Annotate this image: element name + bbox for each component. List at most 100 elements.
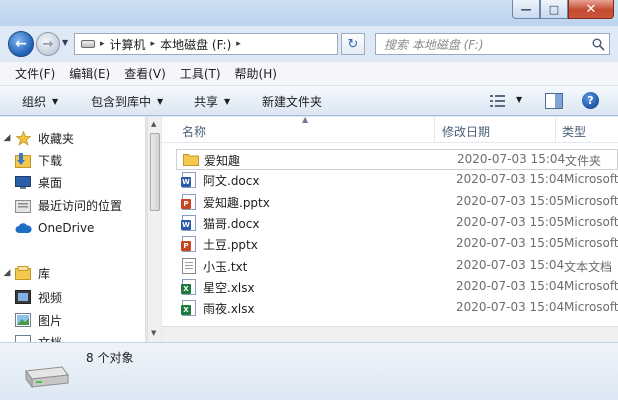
nav-onedrive[interactable]: OneDrive	[14, 218, 94, 238]
menu-tools[interactable]: 工具(T)	[173, 65, 228, 82]
breadcrumb-computer[interactable]: 计算机	[110, 36, 146, 53]
scrollbar-thumb[interactable]	[150, 133, 160, 211]
menu-help[interactable]: 帮助(H)	[228, 65, 284, 82]
download-folder-icon	[14, 152, 32, 168]
breadcrumb-separator[interactable]: ▸	[100, 39, 105, 49]
nav-downloads-label: 下载	[38, 153, 63, 168]
file-type: 文本文档	[564, 259, 613, 274]
cloud-icon	[14, 220, 32, 236]
nav-pictures[interactable]: 图片	[14, 310, 62, 330]
file-row[interactable]: 小玉.txt 2020-07-03 15:04 文本文档	[176, 256, 618, 277]
scroll-down-icon[interactable]: ▼	[151, 329, 156, 337]
help-button[interactable]: ?	[582, 92, 599, 109]
file-row[interactable]: W 阿文.docx 2020-07-03 15:04 Microsoft	[176, 170, 618, 191]
file-type: Microsoft	[564, 214, 618, 229]
file-type: Microsoft	[564, 172, 618, 187]
file-name: 爱知趣	[204, 154, 241, 168]
column-divider[interactable]	[555, 117, 556, 143]
file-row[interactable]: W 猫哥.docx 2020-07-03 15:05 Microsoft	[176, 213, 618, 234]
share-label: 共享	[194, 95, 219, 109]
file-list: ▲ 名称 修改日期 类型 爱知趣 2020-07-03 15:04 文件夹 W 阿文.d…	[162, 117, 618, 342]
file-name: 雨夜.xlsx	[203, 302, 255, 317]
nav-downloads[interactable]: 下载	[14, 150, 62, 170]
nav-videos[interactable]: 视频	[14, 287, 62, 307]
nav-favorites[interactable]: ◢ 收藏夹	[0, 128, 74, 148]
arrow-right-icon: →	[42, 36, 54, 52]
organize-label: 组织	[22, 95, 47, 109]
file-row[interactable]: X 雨夜.xlsx 2020-07-03 15:04 Microsoft	[176, 298, 618, 319]
close-button[interactable]: ✕	[568, 0, 614, 19]
library-icon	[14, 265, 32, 281]
desktop-icon	[14, 174, 32, 190]
breadcrumb-local-disk[interactable]: 本地磁盘 (F:)	[160, 36, 231, 53]
nav-libraries[interactable]: ◢ 库	[0, 263, 50, 283]
navigation-pane: ◢ 收藏夹 下载 桌面 最近访问的位置 OneDrive ◢ 库 视频 图片 文…	[0, 117, 146, 342]
breadcrumb-separator[interactable]: ▸	[236, 39, 241, 49]
preview-pane-button[interactable]	[545, 93, 563, 112]
search-input[interactable]: 搜索 本地磁盘 (F:)	[375, 33, 610, 55]
include-library-label: 包含到库中	[91, 95, 152, 109]
search-icon[interactable]	[587, 38, 609, 51]
share-button[interactable]: 共享 ▼	[194, 93, 230, 110]
nav-documents[interactable]: 文档	[14, 332, 62, 342]
new-folder-button[interactable]: 新建文件夹	[262, 93, 322, 110]
chevron-down-icon: ▼	[62, 38, 69, 47]
organize-button[interactable]: 组织 ▼	[22, 93, 58, 110]
file-date: 2020-07-03 15:05	[456, 236, 565, 251]
view-options-button[interactable]	[490, 94, 506, 108]
window-controls: — □ ✕	[512, 0, 614, 19]
star-icon	[14, 130, 32, 146]
maximize-button[interactable]: □	[540, 0, 568, 19]
menu-file[interactable]: 文件(F)	[8, 65, 62, 82]
refresh-icon: ↻	[347, 36, 359, 52]
menu-edit[interactable]: 编辑(E)	[62, 65, 117, 82]
nav-desktop[interactable]: 桌面	[14, 172, 62, 192]
arrow-left-icon: ←	[15, 36, 27, 52]
back-button[interactable]: ←	[8, 31, 34, 57]
nav-recent-places[interactable]: 最近访问的位置	[14, 195, 122, 215]
minimize-button[interactable]: —	[512, 0, 540, 19]
address-bar[interactable]: ▸ 计算机 ▸ 本地磁盘 (F:) ▸ ▼	[74, 33, 405, 55]
file-date: 2020-07-03 15:04	[456, 172, 565, 187]
file-row[interactable]: P 爱知趣.pptx 2020-07-03 15:05 Microsoft	[176, 192, 618, 213]
drive-icon	[22, 361, 70, 394]
file-date: 2020-07-03 15:04	[457, 152, 566, 166]
chevron-down-icon: ▼	[224, 97, 231, 106]
recent-pages-dropdown[interactable]: ▼	[62, 38, 68, 47]
powerpoint-icon: P	[181, 236, 198, 253]
forward-button[interactable]: →	[36, 32, 60, 56]
file-type: Microsoft	[564, 193, 618, 208]
file-date: 2020-07-03 15:04	[456, 257, 565, 272]
column-name[interactable]: 名称	[182, 123, 206, 140]
drive-icon	[81, 40, 95, 48]
help-icon: ?	[587, 94, 594, 107]
column-type[interactable]: 类型	[562, 123, 586, 140]
excel-icon: X	[181, 300, 198, 317]
file-row[interactable]: X 星空.xlsx 2020-07-03 15:04 Microsoft	[176, 277, 618, 298]
nav-documents-label: 文档	[38, 334, 62, 343]
file-row[interactable]: 爱知趣 2020-07-03 15:04 文件夹	[176, 149, 618, 170]
file-name: 猫哥.docx	[203, 216, 260, 231]
navigation-scrollbar[interactable]: ▲ ▼	[147, 117, 161, 342]
horizontal-scrollbar[interactable]	[162, 326, 618, 342]
breadcrumb-separator[interactable]: ▸	[151, 39, 156, 49]
column-divider[interactable]	[434, 117, 435, 143]
file-date: 2020-07-03 15:04	[456, 278, 565, 293]
file-row[interactable]: P 土豆.pptx 2020-07-03 15:05 Microsoft	[176, 234, 618, 255]
view-options-dropdown[interactable]: ▼	[516, 95, 522, 104]
tree-collapse-icon[interactable]: ◢	[0, 133, 14, 143]
column-date[interactable]: 修改日期	[442, 123, 490, 140]
search-placeholder: 搜索 本地磁盘 (F:)	[384, 37, 484, 52]
file-type: Microsoft	[564, 300, 618, 315]
file-type: Microsoft	[564, 278, 618, 293]
scroll-up-icon[interactable]: ▲	[151, 120, 156, 128]
include-library-button[interactable]: 包含到库中 ▼	[91, 93, 163, 110]
excel-icon: X	[181, 278, 198, 295]
details-view-icon	[490, 95, 505, 107]
file-date: 2020-07-03 15:04	[456, 300, 565, 315]
menu-view[interactable]: 查看(V)	[117, 65, 173, 82]
refresh-button[interactable]: ↻	[341, 33, 365, 55]
details-pane: 8 个对象	[0, 342, 618, 400]
tree-collapse-icon[interactable]: ◢	[0, 268, 14, 278]
file-type: Microsoft	[564, 236, 618, 251]
